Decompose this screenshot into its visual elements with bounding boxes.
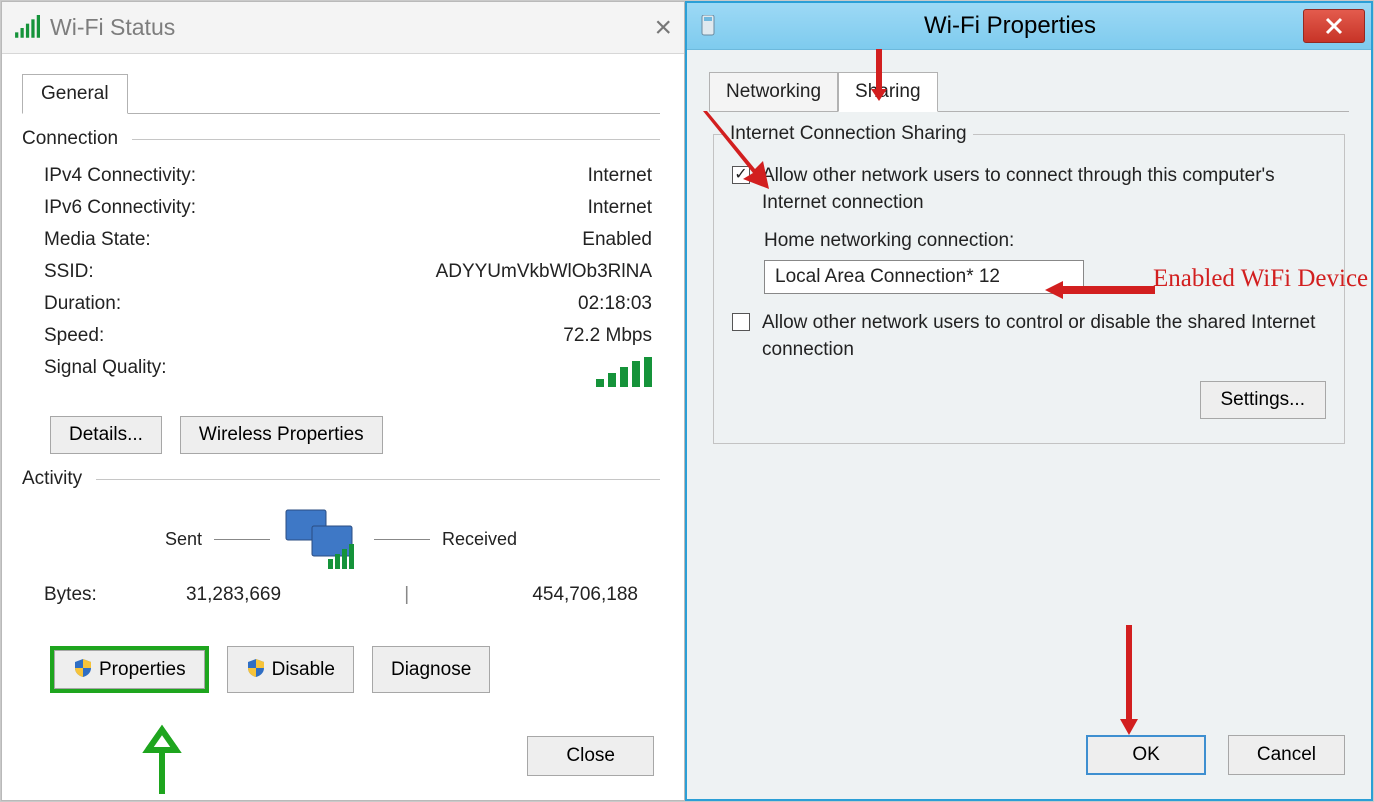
annotation-arrow-sharing-tab (867, 49, 891, 101)
status-title: Wi-Fi Status (50, 14, 175, 41)
wifi-properties-dialog: Wi-Fi Properties Networking Sharing Inte… (685, 1, 1373, 801)
status-tabstrip: General (22, 72, 660, 114)
sent-label: Sent (165, 529, 202, 550)
ssid-value: ADYYUmVkbWlOb3RlNA (436, 261, 652, 283)
annotation-arrow-allow-checkbox (703, 111, 773, 191)
ssid-label: SSID: (44, 261, 94, 283)
section-activity-label: Activity (22, 468, 82, 490)
uac-shield-icon (73, 658, 93, 678)
rule (214, 539, 270, 540)
rule (96, 479, 660, 480)
checkbox-allow-connect-label: Allow other network users to connect thr… (762, 163, 1326, 216)
duration-label: Duration: (44, 293, 121, 315)
properties-title: Wi-Fi Properties (717, 12, 1303, 40)
disable-button[interactable]: Disable (227, 646, 354, 693)
bytes-sent: 31,283,669 (186, 584, 281, 606)
disable-button-label: Disable (272, 659, 335, 680)
connection-fields: IPv4 Connectivity: Internet IPv6 Connecti… (22, 160, 660, 398)
home-connection-label: Home networking connection: (764, 230, 1326, 252)
speed-value: 72.2 Mbps (563, 325, 652, 347)
tab-networking[interactable]: Networking (709, 72, 838, 112)
activity-graphic: Sent Received (22, 504, 660, 574)
cancel-button[interactable]: Cancel (1228, 735, 1345, 775)
wifi-status-dialog: Wi-Fi Status × General Connection IPv4 C… (1, 1, 685, 801)
section-connection: Connection (22, 128, 660, 150)
bytes-label: Bytes: (44, 584, 97, 606)
signal-quality-icon (596, 357, 652, 393)
properties-button[interactable]: Properties (54, 650, 205, 689)
received-label: Received (442, 529, 517, 550)
home-connection-value: Local Area Connection* 12 (775, 266, 1000, 287)
ipv6-label: IPv6 Connectivity: (44, 197, 196, 219)
status-titlebar: Wi-Fi Status × (2, 2, 684, 54)
uac-shield-icon (246, 658, 266, 678)
annotation-arrow-ok-button (1117, 625, 1141, 735)
annotation-arrow-properties (142, 716, 182, 796)
details-button[interactable]: Details... (50, 416, 162, 454)
properties-titlebar: Wi-Fi Properties (687, 3, 1371, 50)
ok-button[interactable]: OK (1086, 735, 1205, 775)
system-icon (699, 15, 717, 37)
properties-tabstrip: Networking Sharing (709, 70, 1349, 112)
home-connection-combobox[interactable]: Local Area Connection* 12 (764, 260, 1084, 294)
duration-value: 02:18:03 (578, 293, 652, 315)
annotation-text-enabled-wifi: Enabled WiFi Device (1153, 265, 1368, 293)
bytes-separator: | (404, 584, 409, 606)
wifi-signal-icon (14, 15, 40, 41)
status-close-button[interactable]: × (654, 11, 672, 45)
ipv4-value: Internet (588, 165, 652, 187)
properties-button-label: Properties (99, 659, 186, 680)
checkbox-allow-control-label: Allow other network users to control or … (762, 310, 1326, 363)
media-label: Media State: (44, 229, 151, 251)
wireless-properties-button[interactable]: Wireless Properties (180, 416, 383, 454)
annotation-arrow-home-combo (1045, 279, 1155, 301)
network-monitors-icon (282, 504, 362, 574)
signal-label: Signal Quality: (44, 357, 167, 393)
rule (374, 539, 430, 540)
close-icon: × (654, 11, 672, 44)
speed-label: Speed: (44, 325, 104, 347)
rule (132, 139, 660, 140)
diagnose-button[interactable]: Diagnose (372, 646, 490, 693)
close-icon (1325, 17, 1343, 35)
properties-close-button[interactable] (1303, 9, 1365, 43)
ics-settings-button[interactable]: Settings... (1200, 381, 1327, 419)
bytes-received: 454,706,188 (532, 584, 638, 606)
annotation-properties-highlight: Properties (50, 646, 209, 693)
media-value: Enabled (582, 229, 652, 251)
ipv6-value: Internet (588, 197, 652, 219)
section-activity: Activity (22, 468, 660, 490)
section-connection-label: Connection (22, 128, 118, 150)
checkbox-allow-control[interactable] (732, 313, 750, 331)
close-button[interactable]: Close (527, 736, 654, 776)
tab-general[interactable]: General (22, 74, 128, 114)
ipv4-label: IPv4 Connectivity: (44, 165, 196, 187)
